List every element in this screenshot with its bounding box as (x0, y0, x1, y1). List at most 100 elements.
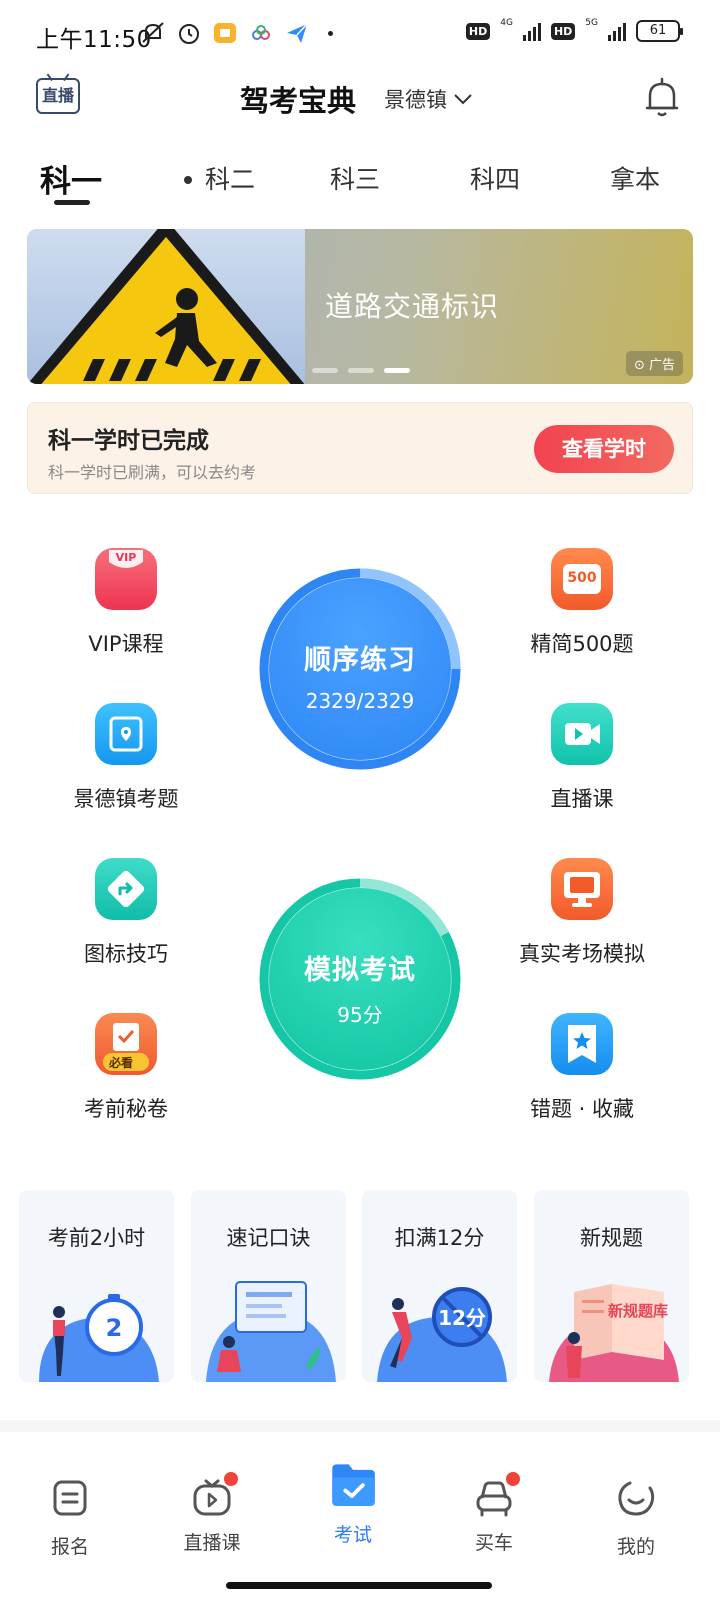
section-divider (0, 1420, 720, 1432)
status-bar: 上午11:50 HD 4G HD 5G 61 (0, 0, 720, 70)
hd-badge: HD (465, 22, 491, 40)
study-hours-card: 科一学时已完成 科一学时已刷满，可以去约考 查看学时 (27, 402, 693, 494)
feature-label: 精简500题 (530, 632, 634, 656)
city-selector[interactable]: 景德镇 (384, 84, 473, 114)
signal-icon-2 (608, 21, 626, 41)
banner-dot (348, 368, 374, 373)
tv-icon-wrap (192, 1472, 238, 1518)
nav-label: 直播课 (183, 1532, 241, 1554)
feature-500-questions[interactable]: 500 精简500题 (502, 548, 662, 658)
nav-exam[interactable]: 考试 (303, 1464, 403, 1547)
active-tab-indicator (54, 200, 90, 205)
chevron-down-icon (454, 94, 472, 105)
feature-label: 错题 · 收藏 (529, 1097, 635, 1121)
network-type-2: 5G (585, 18, 598, 28)
tab-ke-yi[interactable]: 科一 (40, 156, 102, 201)
home-indicator (226, 1582, 492, 1589)
city-name: 景德镇 (384, 88, 447, 112)
12-points-text: 12分 (438, 1306, 486, 1330)
stopwatch-illustration: 2 (39, 1294, 159, 1382)
ad-tag: ⊙ 广告 (625, 351, 683, 376)
500-icon: 500 (551, 548, 613, 610)
subject-tabs: 科一 科二 科三 科四 拿本 (0, 150, 720, 210)
tab-ke-si[interactable]: 科四 (470, 160, 520, 196)
promo-banner[interactable]: 道路交通标识 ⊙ 广告 (27, 229, 693, 384)
mock-exam-button[interactable]: 模拟考试 95分 (255, 874, 465, 1084)
status-notification-icons (140, 20, 333, 46)
nav-live-course[interactable]: 直播课 (162, 1472, 262, 1555)
hd-badge-2: HD (550, 22, 576, 40)
banner-text: 道路交通标识 (325, 290, 500, 323)
sequential-practice-button[interactable]: 顺序练习 2329/2329 (255, 564, 465, 774)
video-icon (551, 703, 613, 765)
feature-label: 真实考场模拟 (519, 942, 645, 966)
new-rules-book-illustration: 新规题库 (549, 1284, 679, 1382)
feature-label: 直播课 (550, 787, 614, 811)
feature-live-course[interactable]: 直播课 (502, 703, 662, 813)
feature-vip-course[interactable]: VIP VIP课程 (46, 548, 206, 658)
promo-card-2-hours[interactable]: 考前2小时 2 (19, 1190, 174, 1382)
battery-icon: 61 (636, 20, 683, 42)
tab-na-ben[interactable]: 拿本 (610, 160, 660, 196)
study-hours-subtitle: 科一学时已刷满，可以去约考 (48, 463, 257, 482)
pedestrian-crossing-sign-image (27, 229, 305, 384)
monitor-icon (551, 858, 613, 920)
bottom-navigation: 报名 直播课 考试 买车 我的 (0, 1464, 720, 1600)
feature-label: 图标技巧 (84, 942, 168, 966)
svg-text:VIP: VIP (116, 551, 137, 564)
promo-card-mnemonics[interactable]: 速记口诀 (191, 1190, 346, 1382)
live-tv-button[interactable]: 直播 (36, 78, 80, 114)
feature-secret-papers[interactable]: 必看 考前秘卷 (46, 1013, 206, 1123)
banner-pagination (312, 368, 410, 373)
nav-label: 报名 (50, 1536, 89, 1558)
notification-dot (506, 1472, 520, 1486)
notification-dot (224, 1472, 238, 1486)
view-study-hours-button[interactable]: 查看学时 (534, 425, 674, 473)
nav-label: 考试 (333, 1524, 372, 1546)
cloud-icon (252, 25, 270, 40)
feature-label: VIP课程 (88, 632, 164, 656)
nav-profile[interactable]: 我的 (586, 1478, 686, 1559)
ad-label: 广告 (648, 358, 675, 373)
car-icon-wrap (474, 1472, 520, 1518)
12-points-illustration: 12分 (377, 1287, 507, 1382)
exam-paper-icon: 必看 (95, 1013, 157, 1075)
tab-ke-er[interactable]: 科二 (205, 160, 255, 196)
bell-icon[interactable] (642, 76, 682, 120)
tab-dot-indicator (184, 176, 192, 184)
feature-mistakes-favorites[interactable]: 错题 · 收藏 (502, 1013, 662, 1123)
promo-card-new-rules[interactable]: 新规题 新规题库 (534, 1190, 689, 1382)
app-notification-icon (214, 23, 236, 43)
mnemonics-illustration (206, 1281, 336, 1382)
alarm-icon (179, 24, 199, 44)
banner-dot-active (384, 368, 410, 373)
promo-card-12-points[interactable]: 扣满12分 12分 (362, 1190, 517, 1382)
mock-exam-score: 95分 (337, 1003, 383, 1027)
practice-progress: 2329/2329 (305, 689, 415, 713)
exam-folder-icon (332, 1464, 375, 1506)
mute-icon (142, 22, 164, 43)
app-header: 直播 驾考宝典 景德镇 (0, 70, 720, 130)
signal-icon (522, 21, 541, 41)
network-type: 4G (500, 18, 513, 28)
feature-real-exam-simulation[interactable]: 真实考场模拟 (502, 858, 662, 968)
nav-buy-car[interactable]: 买车 (444, 1472, 544, 1555)
study-hours-title: 科一学时已完成 (48, 428, 209, 454)
mock-exam-ring-inner: 模拟考试 95分 (269, 888, 451, 1070)
feature-label: 景德镇考题 (73, 787, 179, 811)
feature-sign-tips[interactable]: 图标技巧 (46, 858, 206, 968)
promo-title: 考前2小时 (47, 1226, 146, 1250)
banner-dot (312, 368, 338, 373)
ad-icon: ⊙ (633, 358, 649, 373)
new-rules-art-text: 新规题库 (608, 1302, 668, 1320)
mock-exam-title: 模拟考试 (304, 955, 416, 986)
status-system-icons: HD 4G HD 5G 61 (465, 18, 683, 42)
practice-title: 顺序练习 (304, 645, 416, 676)
tab-ke-san[interactable]: 科三 (330, 160, 380, 196)
stopwatch-number: 2 (106, 1314, 123, 1342)
feature-local-questions[interactable]: 景德镇考题 (46, 703, 206, 813)
app-title: 驾考宝典 (240, 84, 357, 118)
nav-signup[interactable]: 报名 (20, 1478, 120, 1559)
must-see-badge: 必看 (109, 1056, 134, 1070)
signup-icon (53, 1480, 87, 1516)
